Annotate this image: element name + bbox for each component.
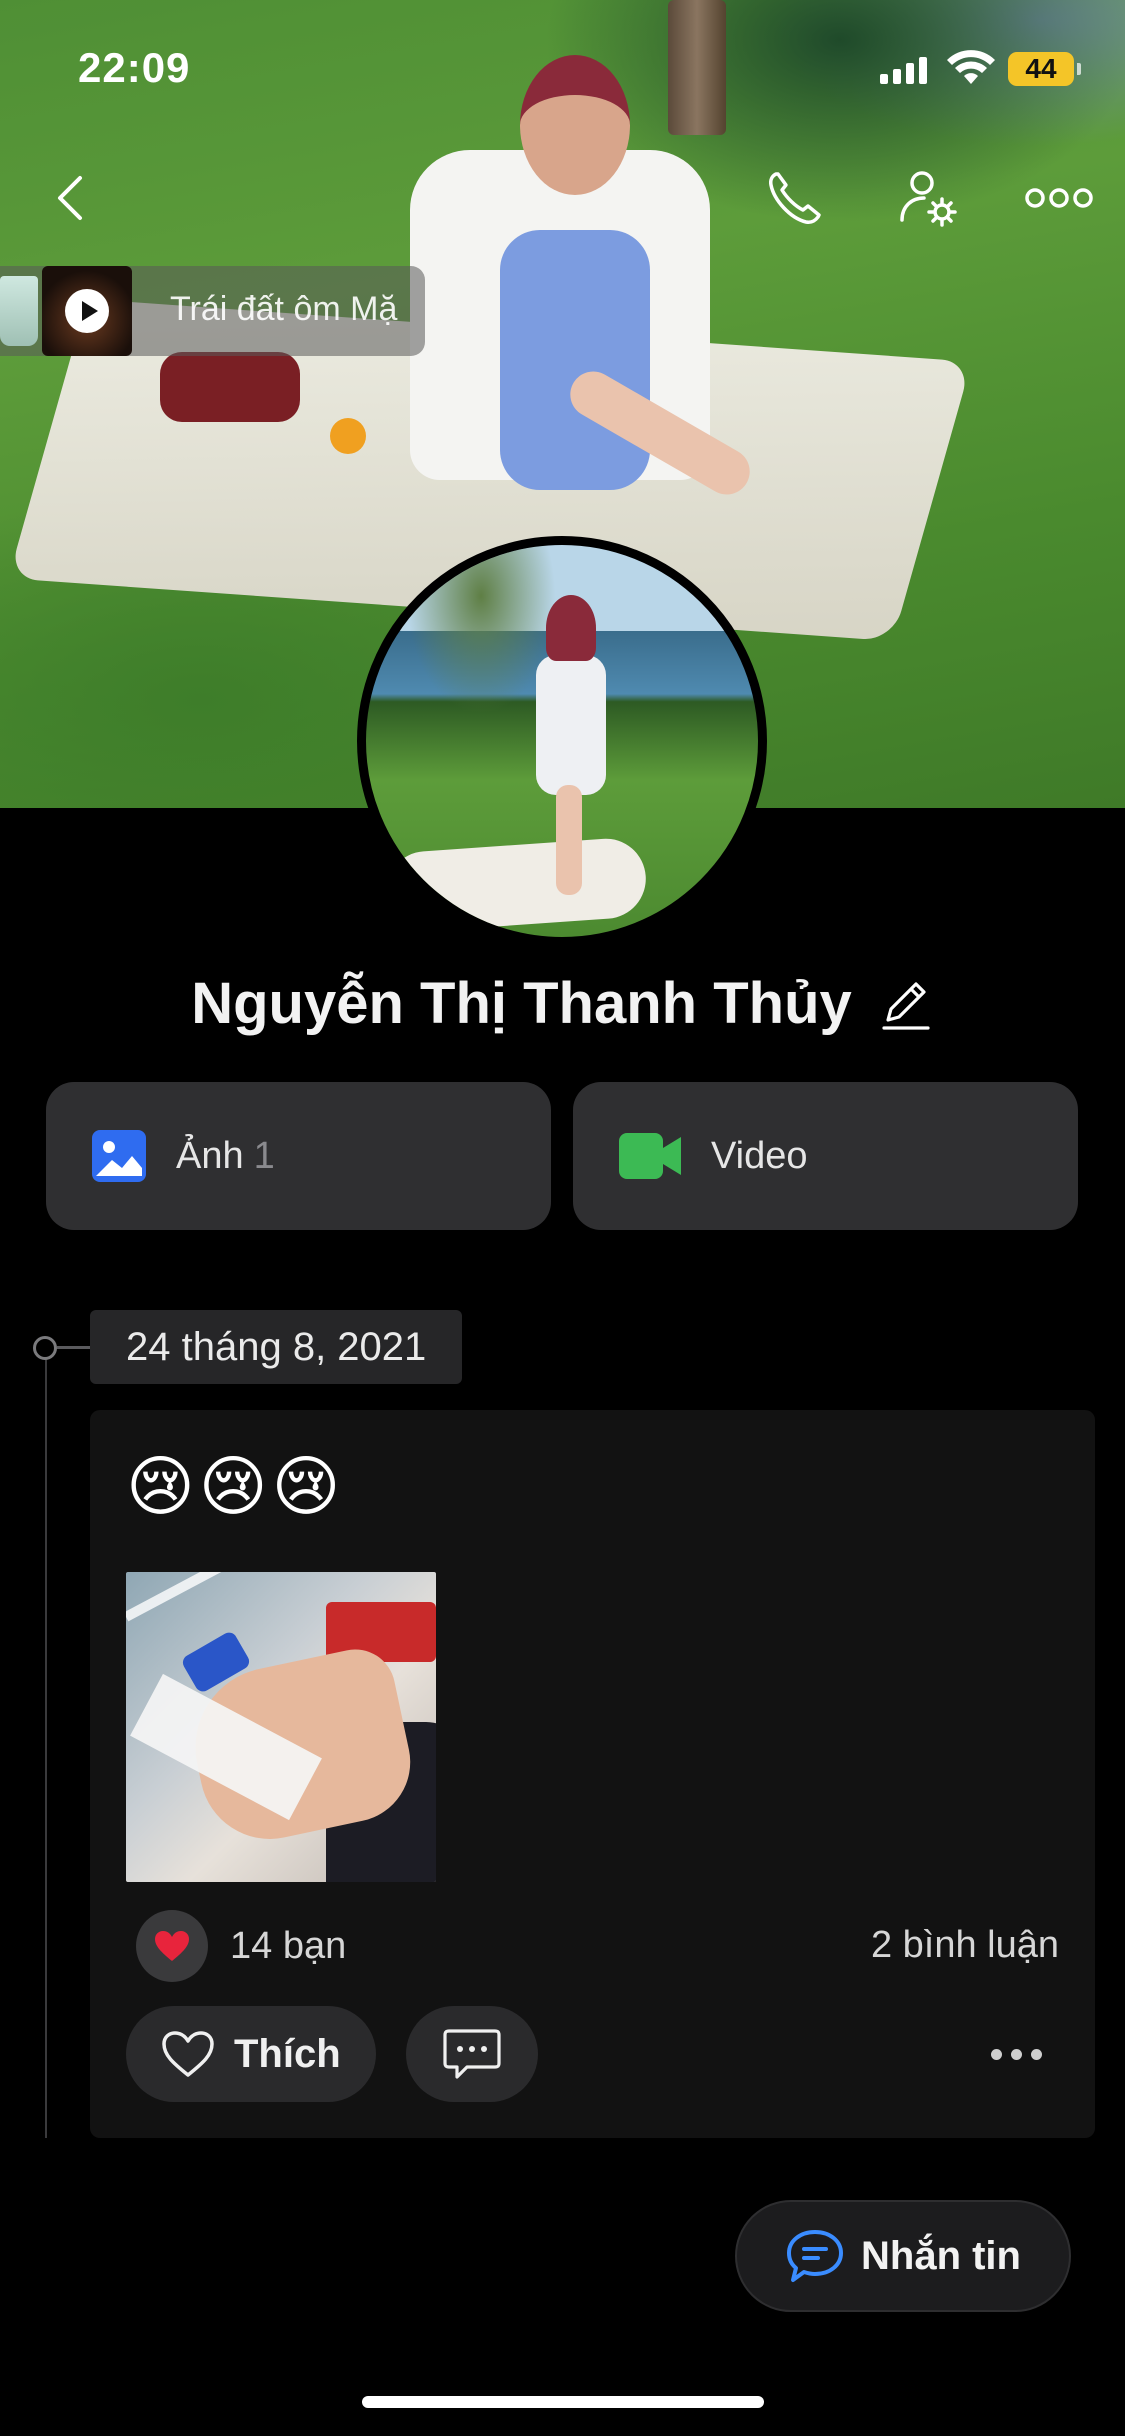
- music-decoration: [0, 276, 38, 346]
- music-title: Trái đất ôm Mặ: [170, 290, 398, 328]
- battery-icon: 44: [1008, 52, 1081, 86]
- photos-tile[interactable]: Ảnh 1: [46, 1082, 551, 1230]
- post-more-icon[interactable]: [991, 2036, 1051, 2072]
- post-photo[interactable]: [126, 1572, 436, 1882]
- timeline-date: 24 tháng 8, 2021: [90, 1310, 463, 1384]
- comments-count[interactable]: 2 bình luận: [871, 1924, 1059, 1967]
- comment-icon: [443, 2029, 501, 2079]
- heart-outline-icon: [162, 2031, 214, 2077]
- user-settings-icon[interactable]: [896, 166, 960, 230]
- timeline-line: [45, 1352, 47, 2138]
- like-label: Thích: [234, 2031, 341, 2076]
- photos-count: 1: [253, 1134, 275, 1177]
- more-horizontal-icon[interactable]: [1024, 170, 1094, 226]
- profile-name: Nguyễn Thị Thanh Thủy: [191, 971, 852, 1036]
- phone-icon[interactable]: [762, 166, 826, 230]
- status-bar: 22:09 44: [0, 0, 1125, 140]
- reactions-count: 14 bạn: [230, 1924, 347, 1967]
- photo-icon: [92, 1130, 146, 1182]
- avatar-person-hair: [546, 595, 596, 661]
- status-time: 22:09: [78, 44, 191, 91]
- timeline-dot: [33, 1336, 57, 1360]
- message-button[interactable]: Nhắn tin: [735, 2200, 1071, 2312]
- message-label: Nhắn tin: [861, 2233, 1021, 2278]
- cover-person-dress: [500, 230, 650, 490]
- videos-tile[interactable]: Video: [573, 1082, 1078, 1230]
- profile-name-row: Nguyễn Thị Thanh Thủy: [0, 970, 1125, 1037]
- back-button[interactable]: [42, 168, 102, 228]
- music-cover: [42, 266, 132, 356]
- videos-label: Video: [711, 1134, 808, 1177]
- post-text: 😢😢😢: [126, 1448, 345, 1525]
- avatar-tree: [406, 545, 556, 715]
- profile-music-player[interactable]: Trái đất ôm Mặ: [0, 266, 425, 356]
- comment-button[interactable]: [406, 2006, 538, 2102]
- cover-orange: [330, 418, 366, 454]
- photos-label: Ảnh: [176, 1134, 244, 1177]
- avatar-person-shirt: [536, 655, 606, 795]
- edit-pencil-icon[interactable]: [878, 976, 934, 1032]
- cellular-signal-icon: [880, 56, 927, 84]
- cover-bag: [160, 352, 300, 422]
- avatar-cloth: [383, 836, 649, 934]
- post-reactions[interactable]: 14 bạn: [136, 1910, 346, 1982]
- heart-reaction-icon: [136, 1910, 208, 1982]
- like-button[interactable]: Thích: [126, 2006, 376, 2102]
- post-card[interactable]: 😢😢😢 14 bạn 2 bình luận Thích: [90, 1410, 1095, 2138]
- chat-bubble-icon: [787, 2230, 843, 2282]
- play-icon[interactable]: [65, 289, 109, 333]
- avatar-person-legs: [556, 785, 582, 895]
- wifi-icon: [947, 50, 995, 84]
- timeline-connector: [57, 1346, 91, 1349]
- video-camera-icon: [619, 1133, 681, 1179]
- avatar[interactable]: [357, 536, 767, 946]
- home-indicator[interactable]: [362, 2396, 764, 2408]
